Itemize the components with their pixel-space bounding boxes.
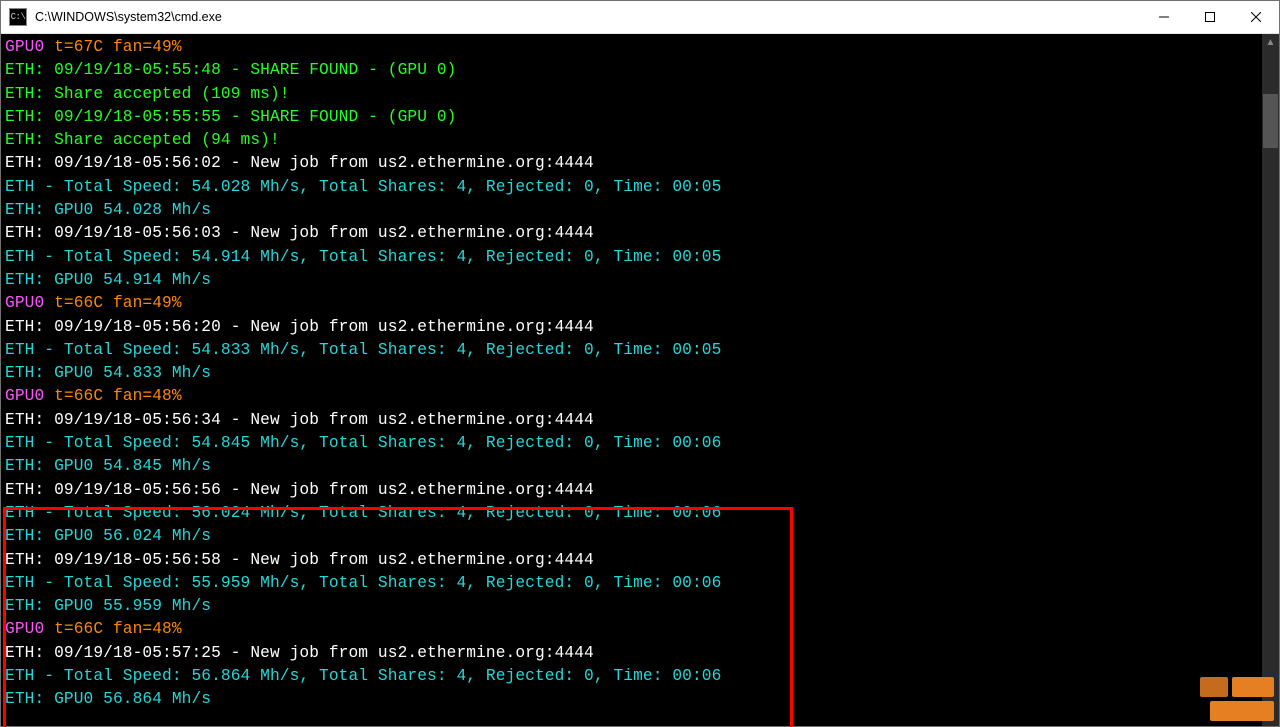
- terminal-span: ETH: 09/19/18-05:57:25 - New job from us…: [5, 644, 594, 662]
- terminal-line: ETH: 09/19/18-05:55:55 - SHARE FOUND - (…: [5, 106, 1258, 129]
- terminal-span: ETH: GPU0 55.959 Mh/s: [5, 597, 211, 615]
- window-title: C:\WINDOWS\system32\cmd.exe: [35, 10, 1141, 24]
- terminal-line: ETH: 09/19/18-05:56:03 - New job from us…: [5, 222, 1258, 245]
- terminal-span: ETH: Share accepted (94 ms)!: [5, 131, 280, 149]
- terminal-span: ETH - Total Speed: 56.864 Mh/s, Total Sh…: [5, 667, 721, 685]
- terminal-span: ETH: 09/19/18-05:56:20 - New job from us…: [5, 318, 594, 336]
- terminal-span: ETH - Total Speed: 54.845 Mh/s, Total Sh…: [5, 434, 721, 452]
- terminal-line: GPU0 t=66C fan=48%: [5, 385, 1258, 408]
- terminal-line: ETH: GPU0 54.914 Mh/s: [5, 269, 1258, 292]
- terminal-line: ETH: 09/19/18-05:55:48 - SHARE FOUND - (…: [5, 59, 1258, 82]
- terminal-line: GPU0 t=66C fan=48%: [5, 618, 1258, 641]
- terminal-span: [44, 620, 54, 638]
- terminal-line: GPU0 t=67C fan=49%: [5, 36, 1258, 59]
- terminal-span: t=67C fan=49%: [54, 38, 182, 56]
- terminal-span: [44, 38, 54, 56]
- terminal-line: ETH - Total Speed: 55.959 Mh/s, Total Sh…: [5, 572, 1258, 595]
- minimize-icon: [1159, 12, 1169, 22]
- terminal-span: GPU0: [5, 294, 44, 312]
- terminal-span: ETH - Total Speed: 54.914 Mh/s, Total Sh…: [5, 248, 721, 266]
- maximize-icon: [1205, 12, 1215, 22]
- terminal-span: ETH: 09/19/18-05:56:56 - New job from us…: [5, 481, 594, 499]
- terminal-line: ETH: 09/19/18-05:56:56 - New job from us…: [5, 479, 1258, 502]
- terminal-span: GPU0: [5, 38, 44, 56]
- terminal-span: ETH: GPU0 56.024 Mh/s: [5, 527, 211, 545]
- terminal-span: ETH: GPU0 54.028 Mh/s: [5, 201, 211, 219]
- terminal-span: ETH: 09/19/18-05:56:34 - New job from us…: [5, 411, 594, 429]
- client-area: GPU0 t=67C fan=49% ETH: 09/19/18-05:55:48…: [1, 34, 1279, 726]
- terminal-line: ETH: GPU0 56.024 Mh/s: [5, 525, 1258, 548]
- terminal-line: ETH: GPU0 54.028 Mh/s: [5, 199, 1258, 222]
- terminal-span: ETH: 09/19/18-05:56:58 - New job from us…: [5, 551, 594, 569]
- terminal-line: ETH: GPU0 54.845 Mh/s: [5, 455, 1258, 478]
- terminal-line: ETH: 09/19/18-05:56:58 - New job from us…: [5, 549, 1258, 572]
- terminal-span: [44, 294, 54, 312]
- cmd-icon: C:\: [9, 8, 27, 26]
- terminal-line: ETH: Share accepted (109 ms)!: [5, 83, 1258, 106]
- close-button[interactable]: [1233, 1, 1279, 33]
- maximize-button[interactable]: [1187, 1, 1233, 33]
- minimize-button[interactable]: [1141, 1, 1187, 33]
- terminal-span: ETH: GPU0 54.845 Mh/s: [5, 457, 211, 475]
- terminal-span: [44, 387, 54, 405]
- terminal-line: ETH: GPU0 56.864 Mh/s: [5, 688, 1258, 711]
- terminal-span: ETH: 09/19/18-05:55:48 - SHARE FOUND - (…: [5, 61, 456, 79]
- terminal-span: ETH - Total Speed: 54.833 Mh/s, Total Sh…: [5, 341, 721, 359]
- terminal-line: ETH: 09/19/18-05:56:02 - New job from us…: [5, 152, 1258, 175]
- terminal-span: ETH - Total Speed: 54.028 Mh/s, Total Sh…: [5, 178, 721, 196]
- vertical-scrollbar[interactable]: ▲ ▼: [1262, 34, 1279, 726]
- terminal-span: ETH: GPU0 54.914 Mh/s: [5, 271, 211, 289]
- terminal-span: t=66C fan=48%: [54, 387, 182, 405]
- terminal-span: t=66C fan=49%: [54, 294, 182, 312]
- terminal-line: ETH - Total Speed: 54.028 Mh/s, Total Sh…: [5, 176, 1258, 199]
- terminal-span: ETH: 09/19/18-05:56:02 - New job from us…: [5, 154, 594, 172]
- scroll-thumb[interactable]: [1263, 94, 1278, 148]
- terminal-span: ETH - Total Speed: 55.959 Mh/s, Total Sh…: [5, 574, 721, 592]
- terminal-line: ETH - Total Speed: 56.864 Mh/s, Total Sh…: [5, 665, 1258, 688]
- terminal-span: ETH: 09/19/18-05:55:55 - SHARE FOUND - (…: [5, 108, 456, 126]
- close-icon: [1251, 12, 1261, 22]
- terminal-line: ETH - Total Speed: 54.914 Mh/s, Total Sh…: [5, 246, 1258, 269]
- terminal-span: ETH - Total Speed: 56.024 Mh/s, Total Sh…: [5, 504, 721, 522]
- terminal-output[interactable]: GPU0 t=67C fan=49% ETH: 09/19/18-05:55:48…: [1, 34, 1262, 726]
- scroll-up-icon[interactable]: ▲: [1262, 34, 1279, 51]
- terminal-line: ETH: GPU0 55.959 Mh/s: [5, 595, 1258, 618]
- terminal-line: GPU0 t=66C fan=49%: [5, 292, 1258, 315]
- cmd-window: C:\ C:\WINDOWS\system32\cmd.exe GPU0 t=6…: [0, 0, 1280, 727]
- terminal-line: ETH: Share accepted (94 ms)!: [5, 129, 1258, 152]
- terminal-line: ETH: 09/19/18-05:56:20 - New job from us…: [5, 316, 1258, 339]
- terminal-span: ETH: GPU0 54.833 Mh/s: [5, 364, 211, 382]
- terminal-line: ETH - Total Speed: 54.845 Mh/s, Total Sh…: [5, 432, 1258, 455]
- terminal-line: ETH: 09/19/18-05:56:34 - New job from us…: [5, 409, 1258, 432]
- terminal-span: t=66C fan=48%: [54, 620, 182, 638]
- terminal-line: ETH: 09/19/18-05:57:25 - New job from us…: [5, 642, 1258, 665]
- terminal-line: ETH: GPU0 54.833 Mh/s: [5, 362, 1258, 385]
- terminal-span: ETH: 09/19/18-05:56:03 - New job from us…: [5, 224, 594, 242]
- terminal-line: ETH - Total Speed: 56.024 Mh/s, Total Sh…: [5, 502, 1258, 525]
- terminal-span: ETH: Share accepted (109 ms)!: [5, 85, 290, 103]
- terminal-line: ETH - Total Speed: 54.833 Mh/s, Total Sh…: [5, 339, 1258, 362]
- terminal-span: GPU0: [5, 387, 44, 405]
- scroll-down-icon[interactable]: ▼: [1262, 709, 1279, 726]
- titlebar[interactable]: C:\ C:\WINDOWS\system32\cmd.exe: [1, 1, 1279, 34]
- terminal-span: GPU0: [5, 620, 44, 638]
- terminal-span: ETH: GPU0 56.864 Mh/s: [5, 690, 211, 708]
